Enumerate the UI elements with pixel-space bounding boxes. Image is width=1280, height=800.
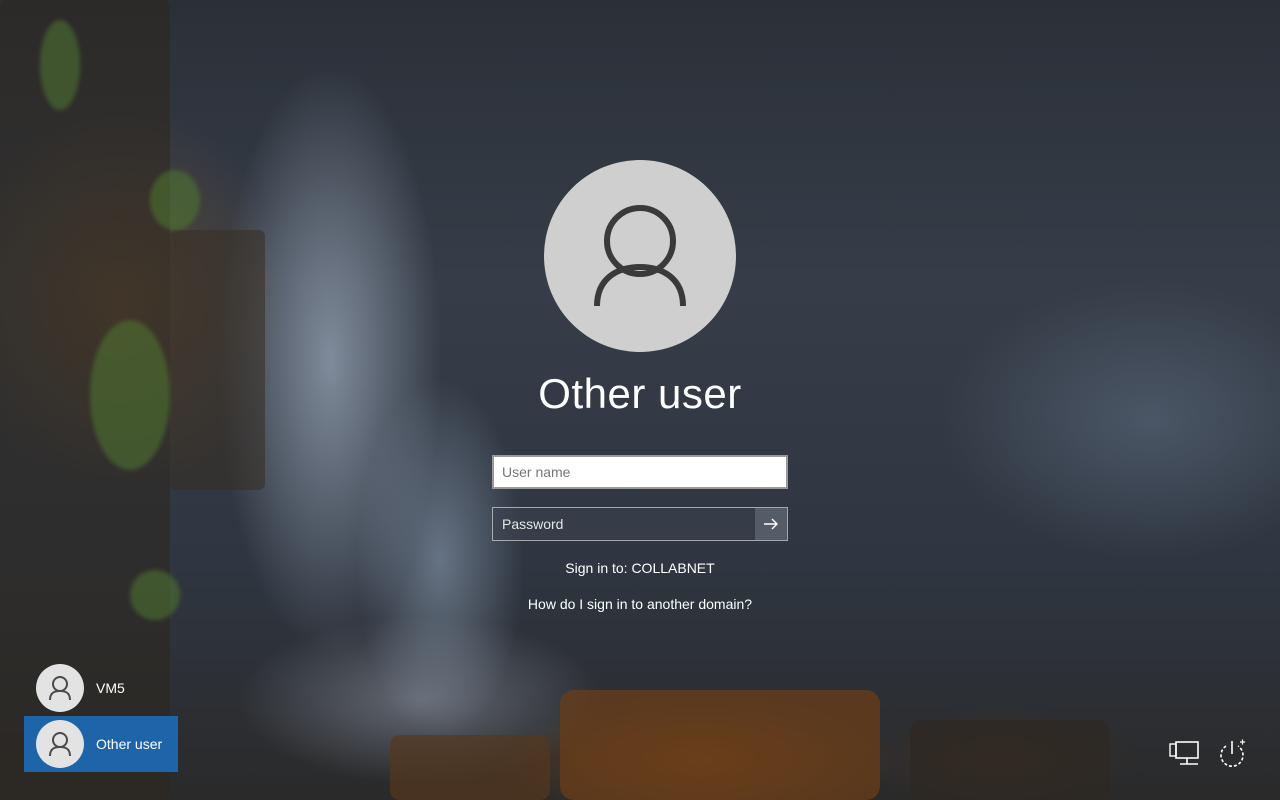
user-item-other-user[interactable]: Other user xyxy=(24,716,178,772)
foreground-rock xyxy=(390,735,550,800)
avatar xyxy=(36,664,84,712)
lock-screen: Other user Sign in to: COLLABNET How do … xyxy=(0,0,1280,800)
username-input[interactable] xyxy=(492,455,788,489)
foreground-rock-3 xyxy=(910,720,1110,800)
user-name: Other user xyxy=(96,736,163,752)
domain-help-link[interactable]: How do I sign in to another domain? xyxy=(528,596,752,612)
moss-4 xyxy=(130,570,180,620)
avatar xyxy=(36,720,84,768)
network-icon xyxy=(1169,741,1199,765)
user-name: VM5 xyxy=(96,680,125,696)
power-button[interactable] xyxy=(1216,738,1248,770)
sign-in-domain-text: Sign in to: COLLABNET xyxy=(565,560,715,576)
password-field-wrapper xyxy=(492,507,788,541)
domain-help-link-row: How do I sign in to another domain? xyxy=(0,596,1280,612)
person-icon xyxy=(49,676,71,701)
user-avatar xyxy=(544,160,736,352)
person-icon xyxy=(594,205,686,307)
submit-button[interactable] xyxy=(755,508,787,540)
user-title: Other user xyxy=(538,370,742,417)
moss xyxy=(40,20,80,110)
password-input[interactable] xyxy=(493,508,755,540)
arrow-right-icon xyxy=(764,518,778,530)
network-button[interactable] xyxy=(1168,738,1200,770)
cliff-rock-2 xyxy=(170,230,265,490)
user-item-vm5[interactable]: VM5 xyxy=(24,660,178,716)
moss-3 xyxy=(150,170,200,230)
foreground-rock-2 xyxy=(560,690,880,800)
person-icon xyxy=(49,732,71,757)
power-icon xyxy=(1220,739,1245,767)
